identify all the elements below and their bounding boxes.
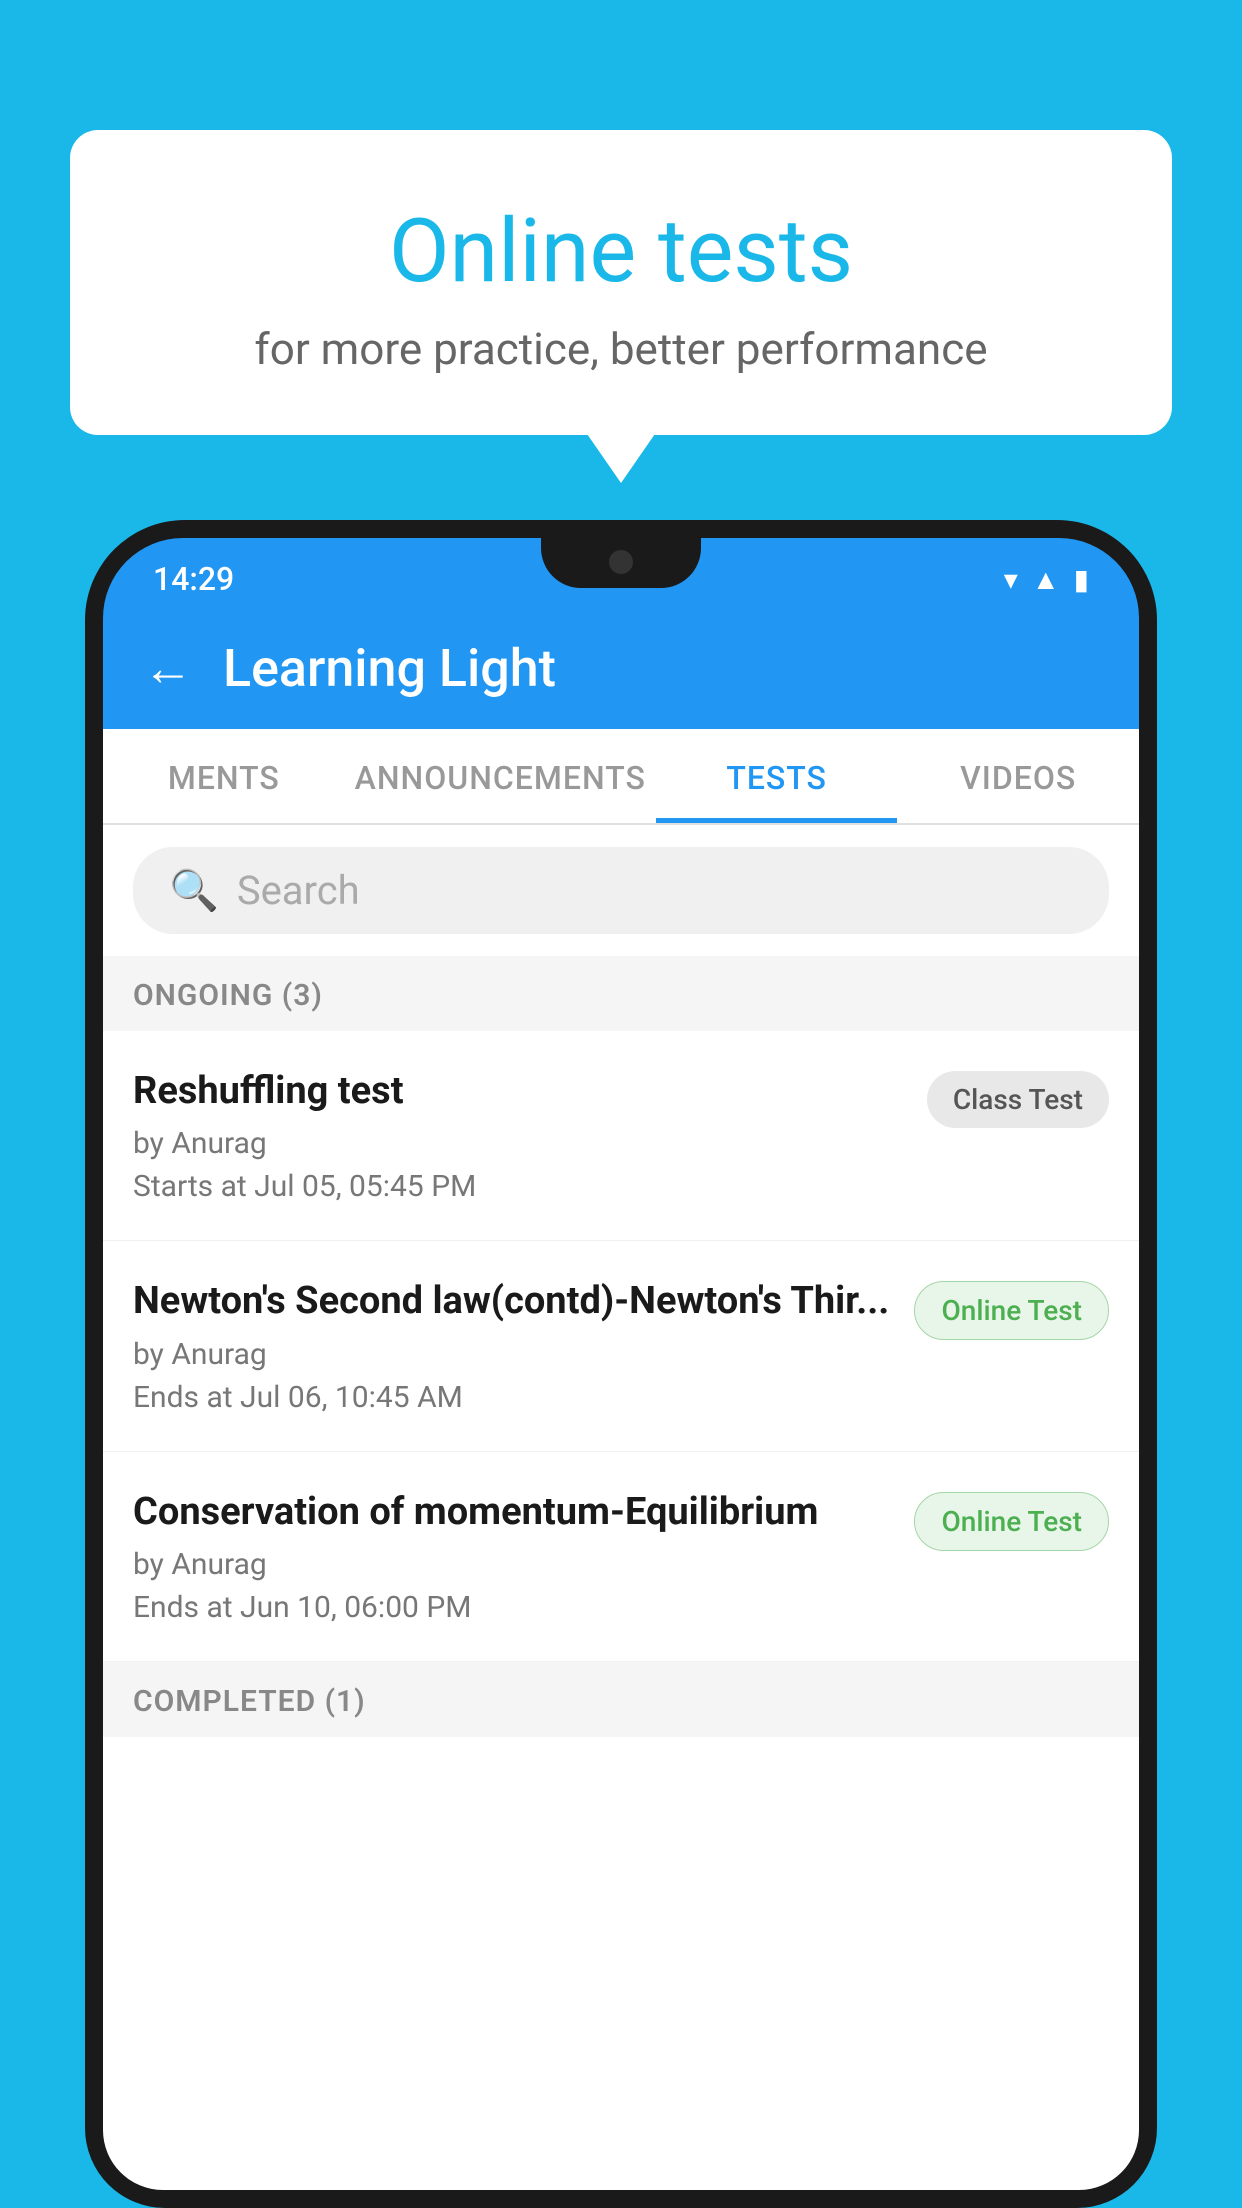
test-info-1: Reshuffling test by Anurag Starts at Jul…: [133, 1067, 927, 1204]
test-badge-1: Class Test: [927, 1071, 1109, 1128]
battery-icon: ▮: [1074, 563, 1089, 596]
phone-inner: 14:29 ▾ ▲ ▮ ← Learning Light MENTS ANNOU…: [103, 538, 1139, 2190]
app-title: Learning Light: [223, 638, 556, 699]
test-info-3: Conservation of momentum-Equilibrium by …: [133, 1488, 914, 1625]
tabs-container: MENTS ANNOUNCEMENTS TESTS VIDEOS: [103, 729, 1139, 825]
test-by-1: by Anurag: [133, 1126, 907, 1161]
bubble-subtitle: for more practice, better performance: [150, 323, 1092, 375]
speech-bubble: Online tests for more practice, better p…: [70, 130, 1172, 435]
test-badge-2: Online Test: [914, 1281, 1109, 1340]
search-container: 🔍 Search: [103, 825, 1139, 956]
test-title-1: Reshuffling test: [133, 1067, 907, 1116]
speech-bubble-container: Online tests for more practice, better p…: [70, 130, 1172, 435]
phone-camera: [609, 550, 633, 574]
tests-list: Reshuffling test by Anurag Starts at Jul…: [103, 1031, 1139, 2190]
phone-content: 🔍 Search ONGOING (3) Reshuffling test by…: [103, 825, 1139, 2190]
search-bar[interactable]: 🔍 Search: [133, 847, 1109, 934]
status-time: 14:29: [153, 560, 234, 598]
ongoing-section-header: ONGOING (3): [103, 956, 1139, 1031]
test-title-3: Conservation of momentum-Equilibrium: [133, 1488, 894, 1537]
phone-frame: 14:29 ▾ ▲ ▮ ← Learning Light MENTS ANNOU…: [85, 520, 1157, 2208]
signal-icon: ▲: [1032, 563, 1060, 596]
ongoing-label: ONGOING (3): [133, 978, 323, 1013]
search-placeholder: Search: [237, 867, 360, 914]
test-item-2[interactable]: Newton's Second law(contd)-Newton's Thir…: [103, 1241, 1139, 1451]
completed-section-header: COMPLETED (1): [103, 1662, 1139, 1737]
status-bar: 14:29 ▾ ▲ ▮: [103, 538, 1139, 608]
tab-tests[interactable]: TESTS: [656, 729, 898, 823]
back-button[interactable]: ←: [143, 639, 193, 698]
wifi-icon: ▾: [1004, 563, 1018, 596]
test-time-3: Ends at Jun 10, 06:00 PM: [133, 1590, 894, 1625]
phone-outer: 14:29 ▾ ▲ ▮ ← Learning Light MENTS ANNOU…: [85, 520, 1157, 2208]
test-time-2: Ends at Jul 06, 10:45 AM: [133, 1380, 894, 1415]
status-icons: ▾ ▲ ▮: [1004, 563, 1089, 596]
completed-label: COMPLETED (1): [133, 1684, 366, 1719]
tab-videos[interactable]: VIDEOS: [897, 729, 1139, 823]
test-badge-3: Online Test: [914, 1492, 1109, 1551]
test-info-2: Newton's Second law(contd)-Newton's Thir…: [133, 1277, 914, 1414]
test-item-1[interactable]: Reshuffling test by Anurag Starts at Jul…: [103, 1031, 1139, 1241]
search-icon: 🔍: [169, 867, 219, 914]
test-by-2: by Anurag: [133, 1337, 894, 1372]
phone-notch: [541, 538, 701, 588]
tab-announcements[interactable]: ANNOUNCEMENTS: [345, 729, 656, 823]
test-by-3: by Anurag: [133, 1547, 894, 1582]
test-title-2: Newton's Second law(contd)-Newton's Thir…: [133, 1277, 894, 1326]
bubble-title: Online tests: [150, 200, 1092, 303]
app-header: ← Learning Light: [103, 608, 1139, 729]
test-time-1: Starts at Jul 05, 05:45 PM: [133, 1169, 907, 1204]
tab-ments[interactable]: MENTS: [103, 729, 345, 823]
test-item-3[interactable]: Conservation of momentum-Equilibrium by …: [103, 1452, 1139, 1662]
